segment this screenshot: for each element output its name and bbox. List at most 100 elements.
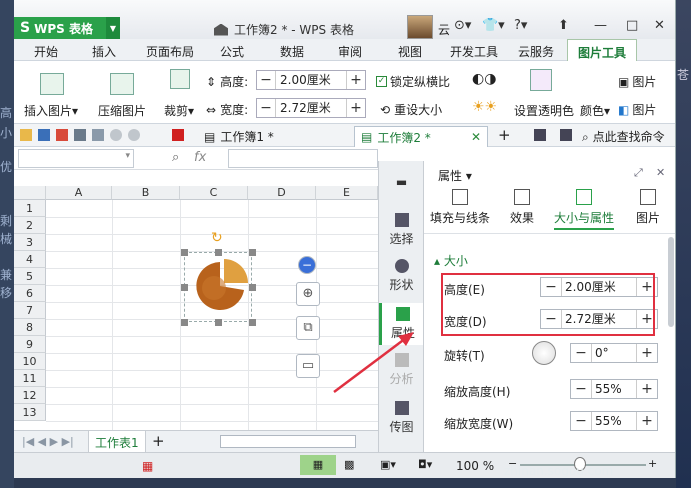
print-icon[interactable] — [74, 129, 86, 141]
column-header[interactable]: E — [316, 186, 378, 200]
panel-tab-fill-line[interactable]: 填充与线条 — [430, 189, 490, 226]
row-header[interactable]: 1 — [14, 200, 46, 217]
zoom-search-icon[interactable]: ⌕ — [172, 150, 179, 165]
scale-height-input[interactable]: 55% — [591, 380, 637, 398]
tab-home[interactable]: 开始 — [34, 43, 58, 60]
plus-icon[interactable]: + — [637, 413, 657, 429]
side-tab-properties[interactable]: 属性 — [379, 303, 424, 345]
resize-handle[interactable] — [249, 249, 256, 256]
panel-tab-effects[interactable]: 效果 — [510, 189, 534, 226]
rotate-stepper[interactable]: −0° + — [570, 343, 658, 363]
insert-image-button[interactable]: 插入图片 ▾ — [24, 102, 78, 119]
pdf-icon[interactable] — [56, 129, 68, 141]
minus-icon[interactable]: − — [257, 72, 275, 88]
row-header[interactable]: 4 — [14, 251, 46, 268]
formula-input[interactable] — [228, 149, 378, 168]
column-header[interactable]: C — [180, 186, 248, 200]
save-icon[interactable] — [38, 129, 50, 141]
plus-icon[interactable]: + — [347, 100, 365, 116]
maximize-icon[interactable]: □ — [626, 18, 638, 33]
tab-review[interactable]: 审阅 — [338, 43, 362, 60]
brightness-contrast-icons[interactable]: ◐◑ — [472, 71, 496, 87]
image-effect-button[interactable]: ◧ 图片 — [618, 101, 656, 118]
rotate-input[interactable]: 0° — [591, 344, 637, 362]
eye-protection-icon[interactable]: ◘▾ — [418, 458, 432, 471]
horizontal-scrollbar[interactable] — [220, 435, 356, 448]
row-header[interactable]: 3 — [14, 234, 46, 251]
close-icon[interactable]: ✕ — [654, 18, 665, 33]
scale-width-input[interactable]: 55% — [591, 412, 637, 430]
reading-mode-icon[interactable]: ▣▾ — [380, 458, 396, 471]
minus-icon[interactable]: − — [257, 100, 275, 116]
row-header[interactable]: 12 — [14, 387, 46, 404]
minus-icon[interactable]: − — [571, 345, 591, 361]
tab-picture-tools[interactable]: 图片工具 — [567, 39, 638, 62]
color-button[interactable]: 颜色 ▾ — [580, 102, 610, 119]
rotate-handle-icon[interactable]: ↻ — [211, 230, 223, 246]
add-sheet-button[interactable]: + — [152, 432, 165, 450]
restore-icon[interactable]: ⬆ — [558, 18, 569, 33]
side-tab-collapse[interactable]: ▬ — [379, 175, 424, 189]
reset-size-button[interactable]: ⟲ 重设大小 — [380, 101, 442, 118]
doc-tab-workbook1[interactable]: ▤ 工作簿1 * — [198, 126, 328, 147]
command-search[interactable]: ⌕ 点此查找命令 — [582, 128, 665, 145]
redo-icon[interactable] — [128, 129, 140, 141]
side-tab-analysis[interactable]: 分析 — [379, 353, 424, 387]
crop-button[interactable]: 裁剪 ▾ — [164, 102, 194, 119]
plus-icon[interactable]: + — [637, 345, 657, 361]
help-icon[interactable]: ?▾ — [514, 18, 527, 33]
user-menu-icon[interactable]: ⊙▾ — [454, 18, 471, 33]
crop-icon[interactable] — [170, 69, 190, 89]
resize-handle[interactable] — [249, 319, 256, 326]
tab-developer[interactable]: 开发工具 — [450, 43, 498, 60]
plus-icon[interactable]: + — [347, 72, 365, 88]
select-all-corner[interactable] — [14, 186, 46, 200]
avatar[interactable] — [407, 15, 433, 39]
tab-data[interactable]: 数据 — [280, 43, 304, 60]
transparent-color-icon[interactable] — [530, 69, 552, 91]
page-break-view-icon[interactable]: ▩ — [344, 458, 354, 471]
width-input[interactable]: 2.72厘米 — [275, 99, 347, 117]
height-stepper[interactable]: −2.00厘米 + — [256, 70, 366, 90]
normal-view-icon[interactable]: ▦ — [300, 455, 336, 475]
skin-icon[interactable]: 👕▾ — [482, 18, 505, 33]
sheet-nav-icons[interactable]: |◀ ◀ ▶ ▶| — [22, 435, 74, 448]
wps-icon[interactable] — [172, 129, 184, 141]
dock-icon[interactable]: ⤢ — [634, 166, 643, 180]
image-style-button[interactable]: ▣ 图片 — [618, 73, 656, 90]
panel-tab-size-properties[interactable]: 大小与属性 — [554, 189, 615, 230]
zoom-in-icon[interactable]: ⊕ — [296, 282, 320, 306]
spreadsheet-grid[interactable]: A B C D E 1 2 3 4 5 6 7 8 9 10 11 12 13 ↻ − ⊕ ⧉ ▭ — [14, 186, 378, 430]
resize-handle[interactable] — [215, 319, 222, 326]
scale-width-stepper[interactable]: −55% + — [570, 411, 658, 431]
preview-icon[interactable]: ▭ — [296, 354, 320, 378]
width-stepper[interactable]: −2.72厘米 + — [256, 98, 366, 118]
resize-handle[interactable] — [215, 249, 222, 256]
minus-icon[interactable]: − — [571, 381, 591, 397]
tab-list-icon[interactable] — [560, 129, 572, 141]
tab-menu-icon[interactable] — [534, 129, 546, 141]
resize-handle[interactable] — [181, 319, 188, 326]
row-header[interactable]: 7 — [14, 302, 46, 319]
row-header[interactable]: 10 — [14, 353, 46, 370]
sheet-tab[interactable]: 工作表1 — [88, 431, 146, 452]
section-header-size[interactable]: ▴ 大小 — [434, 252, 468, 269]
height-input[interactable]: 2.00厘米 — [275, 71, 347, 89]
column-header[interactable]: A — [46, 186, 112, 200]
minus-icon[interactable]: − — [571, 413, 591, 429]
new-tab-button[interactable]: + — [498, 126, 511, 144]
tab-view[interactable]: 视图 — [398, 43, 422, 60]
panel-tab-picture[interactable]: 图片 — [636, 189, 660, 226]
tab-insert[interactable]: 插入 — [92, 43, 116, 60]
panel-title[interactable]: 属性 ▾ — [438, 167, 472, 184]
app-menu-button[interactable]: S WPS 表格 ▼ — [14, 17, 120, 39]
compress-image-icon[interactable] — [110, 73, 134, 95]
row-header[interactable]: 8 — [14, 319, 46, 336]
resize-handle[interactable] — [181, 249, 188, 256]
minus-circle-icon[interactable]: − — [298, 256, 316, 274]
row-header[interactable]: 2 — [14, 217, 46, 234]
preview-icon[interactable] — [92, 129, 104, 141]
tab-page-layout[interactable]: 页面布局 — [146, 43, 194, 60]
crop-icon[interactable]: ⧉ — [296, 316, 320, 340]
minimize-icon[interactable]: — — [594, 18, 607, 33]
